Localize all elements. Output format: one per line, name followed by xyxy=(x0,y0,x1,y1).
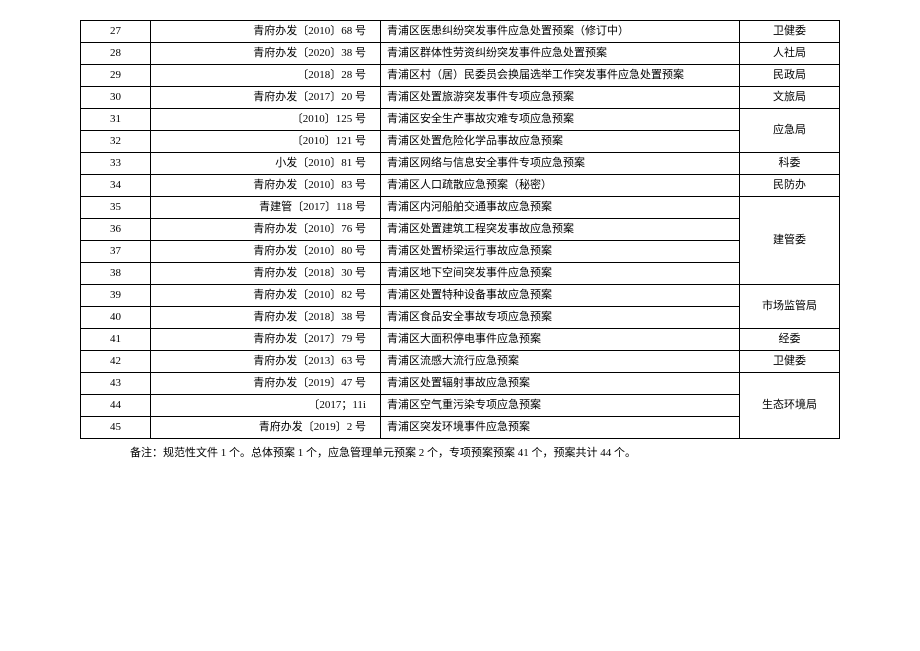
row-description: 青浦区人口疏散应急预案（秘密） xyxy=(381,175,740,197)
row-description: 青浦区处置辐射事故应急预案 xyxy=(381,373,740,395)
row-doc-number: 〔2017；11i xyxy=(151,395,381,417)
row-index: 44 xyxy=(81,395,151,417)
row-department: 文旅局 xyxy=(740,87,840,109)
row-description: 青浦区网络与信息安全事件专项应急预案 xyxy=(381,153,740,175)
row-description: 青浦区处置危险化学品事故应急预案 xyxy=(381,131,740,153)
row-index: 41 xyxy=(81,329,151,351)
table-row: 45青府办发〔2019〕2 号青浦区突发环境事件应急预案 xyxy=(81,417,840,439)
table-row: 33小发〔2010〕81 号青浦区网络与信息安全事件专项应急预案科委 xyxy=(81,153,840,175)
row-description: 青浦区医患纠纷突发事件应急处置预案（修订中） xyxy=(381,21,740,43)
row-description: 青浦区流感大流行应急预案 xyxy=(381,351,740,373)
row-index: 42 xyxy=(81,351,151,373)
row-department: 建管委 xyxy=(740,197,840,285)
row-department: 应急局 xyxy=(740,109,840,153)
row-index: 36 xyxy=(81,219,151,241)
row-department: 民防办 xyxy=(740,175,840,197)
row-doc-number: 青建管〔2017〕118 号 xyxy=(151,197,381,219)
row-department: 民政局 xyxy=(740,65,840,87)
table-row: 43青府办发〔2019〕47 号青浦区处置辐射事故应急预案生态环境局 xyxy=(81,373,840,395)
row-doc-number: 青府办发〔2013〕63 号 xyxy=(151,351,381,373)
row-doc-number: 青府办发〔2017〕79 号 xyxy=(151,329,381,351)
row-description: 青浦区食品安全事故专项应急预案 xyxy=(381,307,740,329)
table-row: 36青府办发〔2010〕76 号青浦区处置建筑工程突发事故应急预案 xyxy=(81,219,840,241)
row-doc-number: 青府办发〔2020〕38 号 xyxy=(151,43,381,65)
row-department: 卫健委 xyxy=(740,21,840,43)
row-doc-number: 青府办发〔2010〕68 号 xyxy=(151,21,381,43)
row-doc-number: 青府办发〔2010〕76 号 xyxy=(151,219,381,241)
row-description: 青浦区处置旅游突发事件专项应急预案 xyxy=(381,87,740,109)
row-description: 青浦区安全生产事故灾难专项应急预案 xyxy=(381,109,740,131)
row-doc-number: 小发〔2010〕81 号 xyxy=(151,153,381,175)
row-doc-number: 〔2010〕125 号 xyxy=(151,109,381,131)
row-doc-number: 青府办发〔2019〕47 号 xyxy=(151,373,381,395)
row-index: 33 xyxy=(81,153,151,175)
row-description: 青浦区村（居）民委员会换届选举工作突发事件应急处置预案 xyxy=(381,65,740,87)
row-description: 青浦区处置桥梁运行事故应急预案 xyxy=(381,241,740,263)
row-index: 43 xyxy=(81,373,151,395)
row-index: 29 xyxy=(81,65,151,87)
row-doc-number: 青府办发〔2019〕2 号 xyxy=(151,417,381,439)
row-doc-number: 青府办发〔2010〕83 号 xyxy=(151,175,381,197)
row-description: 青浦区处置建筑工程突发事故应急预案 xyxy=(381,219,740,241)
row-doc-number: 青府办发〔2010〕80 号 xyxy=(151,241,381,263)
row-description: 青浦区突发环境事件应急预案 xyxy=(381,417,740,439)
plan-table: 27青府办发〔2010〕68 号青浦区医患纠纷突发事件应急处置预案（修订中）卫健… xyxy=(80,20,840,439)
row-index: 35 xyxy=(81,197,151,219)
table-row: 29〔2018〕28 号青浦区村（居）民委员会换届选举工作突发事件应急处置预案民… xyxy=(81,65,840,87)
row-department: 经委 xyxy=(740,329,840,351)
row-index: 39 xyxy=(81,285,151,307)
footnote-text: 备注：规范性文件 1 个。总体预案 1 个，应急管理单元预案 2 个，专项预案预… xyxy=(80,445,840,463)
row-description: 青浦区空气重污染专项应急预案 xyxy=(381,395,740,417)
row-doc-number: 青府办发〔2017〕20 号 xyxy=(151,87,381,109)
table-row: 37青府办发〔2010〕80 号青浦区处置桥梁运行事故应急预案 xyxy=(81,241,840,263)
row-doc-number: 〔2018〕28 号 xyxy=(151,65,381,87)
row-department: 人社局 xyxy=(740,43,840,65)
row-description: 青浦区地下空间突发事件应急预案 xyxy=(381,263,740,285)
row-index: 28 xyxy=(81,43,151,65)
row-doc-number: 〔2010〕121 号 xyxy=(151,131,381,153)
table-row: 31〔2010〕125 号青浦区安全生产事故灾难专项应急预案应急局 xyxy=(81,109,840,131)
table-row: 44〔2017；11i青浦区空气重污染专项应急预案 xyxy=(81,395,840,417)
row-department: 卫健委 xyxy=(740,351,840,373)
row-index: 30 xyxy=(81,87,151,109)
row-department: 科委 xyxy=(740,153,840,175)
row-description: 青浦区群体性劳资纠纷突发事件应急处置预案 xyxy=(381,43,740,65)
row-index: 31 xyxy=(81,109,151,131)
row-department: 生态环境局 xyxy=(740,373,840,439)
row-index: 32 xyxy=(81,131,151,153)
row-index: 40 xyxy=(81,307,151,329)
table-row: 38青府办发〔2018〕30 号青浦区地下空间突发事件应急预案 xyxy=(81,263,840,285)
row-description: 青浦区处置特种设备事故应急预案 xyxy=(381,285,740,307)
row-index: 38 xyxy=(81,263,151,285)
table-row: 34青府办发〔2010〕83 号青浦区人口疏散应急预案（秘密）民防办 xyxy=(81,175,840,197)
table-row: 40青府办发〔2018〕38 号青浦区食品安全事故专项应急预案 xyxy=(81,307,840,329)
row-index: 45 xyxy=(81,417,151,439)
table-row: 39青府办发〔2010〕82 号青浦区处置特种设备事故应急预案市场监管局 xyxy=(81,285,840,307)
row-doc-number: 青府办发〔2010〕82 号 xyxy=(151,285,381,307)
table-row: 30青府办发〔2017〕20 号青浦区处置旅游突发事件专项应急预案文旅局 xyxy=(81,87,840,109)
row-index: 27 xyxy=(81,21,151,43)
table-row: 32〔2010〕121 号青浦区处置危险化学品事故应急预案 xyxy=(81,131,840,153)
table-row: 41青府办发〔2017〕79 号青浦区大面积停电事件应急预案经委 xyxy=(81,329,840,351)
row-description: 青浦区内河船舶交通事故应急预案 xyxy=(381,197,740,219)
row-index: 37 xyxy=(81,241,151,263)
row-doc-number: 青府办发〔2018〕38 号 xyxy=(151,307,381,329)
row-department: 市场监管局 xyxy=(740,285,840,329)
row-index: 34 xyxy=(81,175,151,197)
row-doc-number: 青府办发〔2018〕30 号 xyxy=(151,263,381,285)
table-row: 42青府办发〔2013〕63 号青浦区流感大流行应急预案卫健委 xyxy=(81,351,840,373)
table-row: 28青府办发〔2020〕38 号青浦区群体性劳资纠纷突发事件应急处置预案人社局 xyxy=(81,43,840,65)
table-row: 35青建管〔2017〕118 号青浦区内河船舶交通事故应急预案建管委 xyxy=(81,197,840,219)
row-description: 青浦区大面积停电事件应急预案 xyxy=(381,329,740,351)
table-row: 27青府办发〔2010〕68 号青浦区医患纠纷突发事件应急处置预案（修订中）卫健… xyxy=(81,21,840,43)
